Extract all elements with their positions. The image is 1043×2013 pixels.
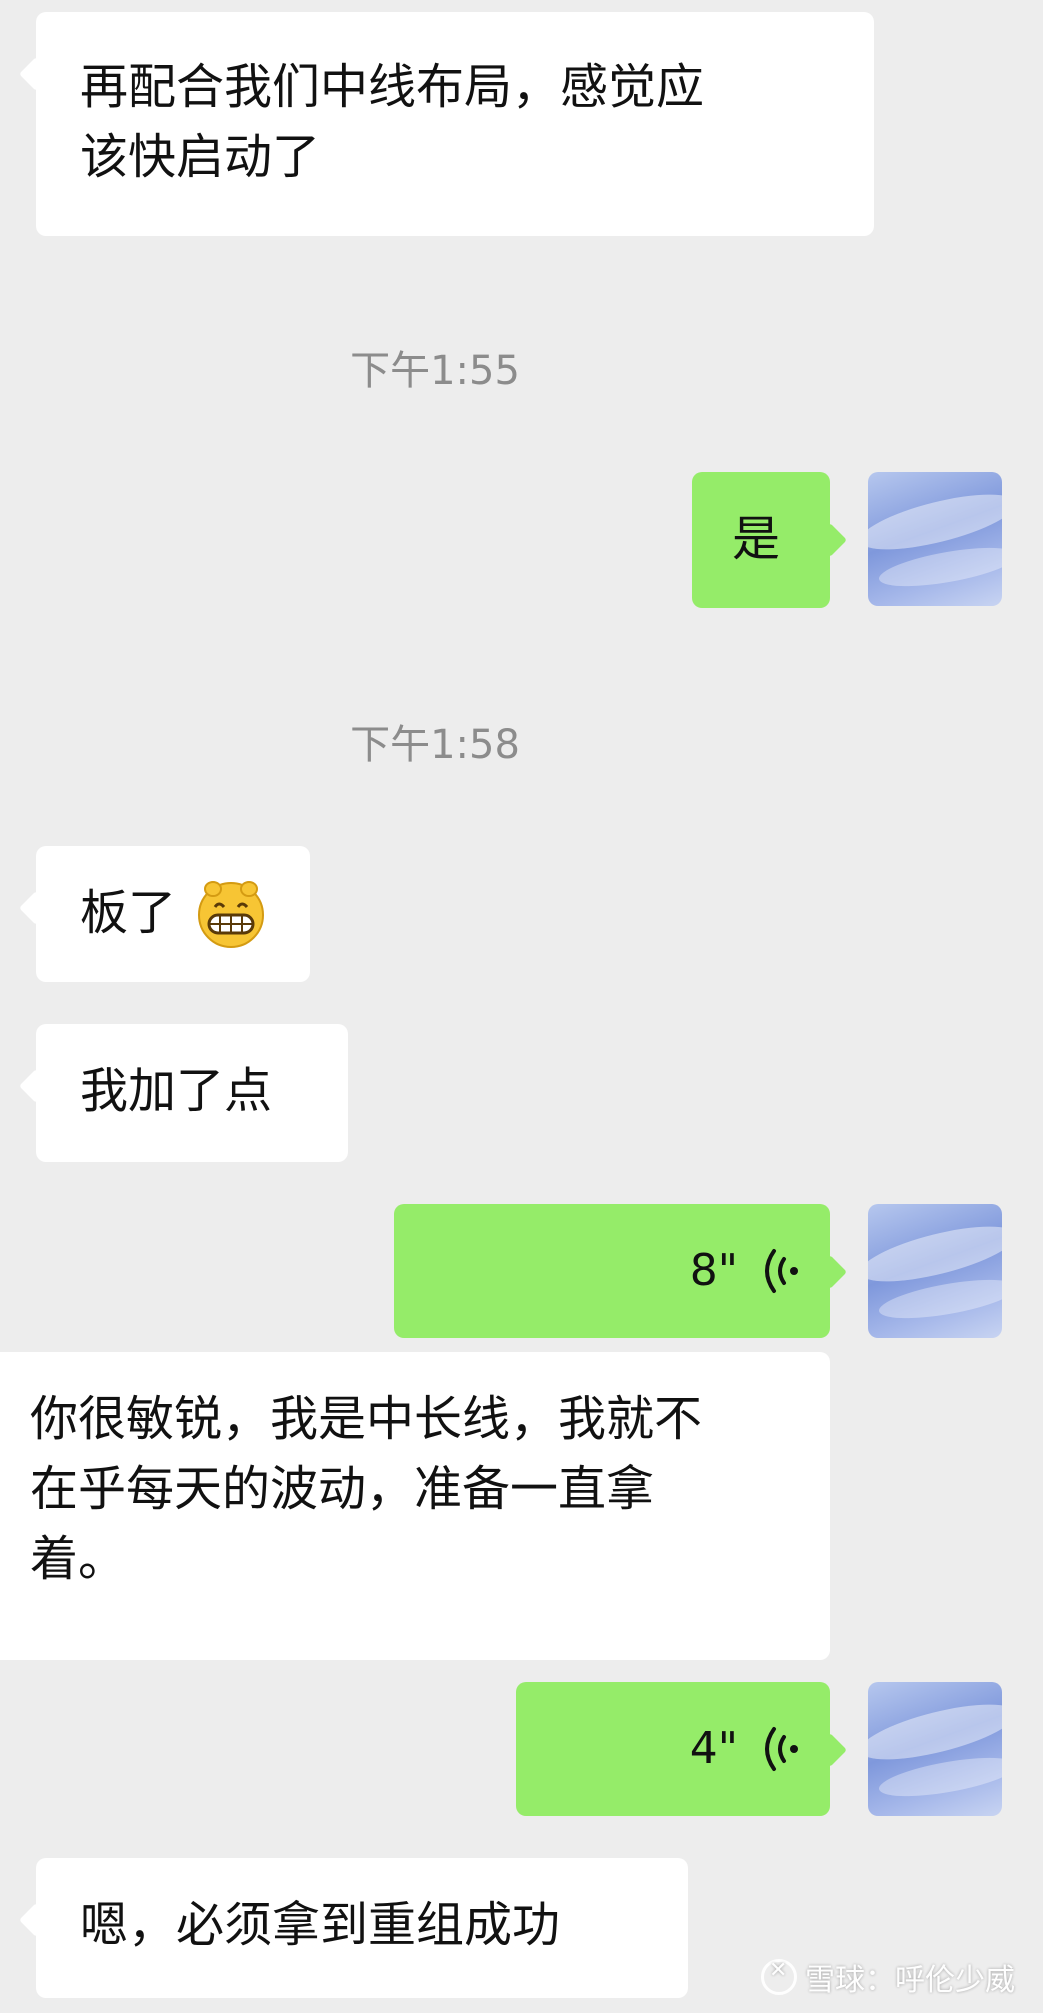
voice-wave-icon (765, 1249, 798, 1293)
message-text: 再配合我们中线布局，感觉应 该快启动了 (80, 59, 705, 185)
watermark: 雪球：呼伦少威 (761, 1955, 1015, 1999)
message-text: 嗯，必须拿到重组成功 (80, 1897, 561, 1953)
incoming-message[interactable]: 我加了点 (36, 1024, 348, 1162)
message-text: 是 (732, 511, 781, 567)
user-avatar[interactable] (868, 1682, 1002, 1816)
grinning-face-emoji (198, 881, 265, 948)
user-avatar[interactable] (868, 472, 1002, 606)
incoming-message[interactable]: 再配合我们中线布局，感觉应 该快启动了 (36, 12, 874, 236)
outgoing-message[interactable]: 是 (692, 472, 830, 608)
incoming-message[interactable]: 板了 (36, 846, 310, 982)
xueqiu-logo-icon (761, 1958, 797, 1995)
timestamp: 下午1:58 (350, 722, 520, 768)
message-text: 板了 (80, 885, 177, 941)
voice-content: 4" (690, 1682, 800, 1816)
voice-message[interactable]: 4" (516, 1682, 830, 1816)
message-text: 我加了点 (80, 1063, 273, 1119)
voice-duration: 4" (689, 1723, 738, 1774)
incoming-message[interactable]: 嗯，必须拿到重组成功 (36, 1858, 688, 1998)
timestamp: 下午1:55 (350, 348, 520, 394)
user-avatar[interactable] (868, 1204, 1002, 1338)
voice-wave-icon (765, 1727, 798, 1771)
incoming-message[interactable]: 你很敏锐，我是中长线，我就不 在乎每天的波动，准备一直拿 着。 (0, 1352, 830, 1660)
voice-content: 8" (690, 1204, 800, 1338)
voice-message[interactable]: 8" (394, 1204, 830, 1338)
watermark-text: 雪球：呼伦少威 (805, 1963, 1015, 1998)
message-text: 你很敏锐，我是中长线，我就不 在乎每天的波动，准备一直拿 着。 (30, 1391, 703, 1587)
voice-duration: 8" (689, 1245, 738, 1296)
